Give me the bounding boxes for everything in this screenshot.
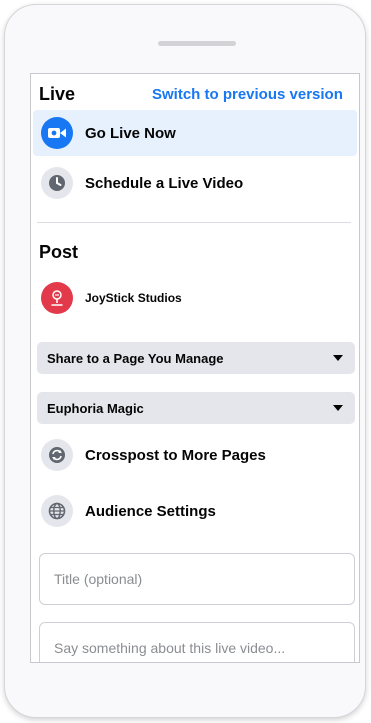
- schedule-label: Schedule a Live Video: [85, 174, 244, 192]
- phone-speaker: [158, 41, 236, 46]
- schedule-live-option[interactable]: Schedule a Live Video: [33, 160, 357, 206]
- share-destination-value: Share to a Page You Manage: [47, 350, 224, 366]
- caret-down-icon: [333, 355, 343, 361]
- go-live-now-option[interactable]: Go Live Now: [33, 110, 357, 156]
- page-select-value: Euphoria Magic: [47, 400, 144, 416]
- page-select-dropdown[interactable]: Euphoria Magic: [37, 392, 355, 424]
- live-setup-panel: Live Switch to previous version Go Live …: [30, 73, 360, 663]
- caret-down-icon: [333, 405, 343, 411]
- video-camera-icon: [41, 117, 73, 149]
- profile-row[interactable]: JoyStick Studios: [33, 275, 357, 321]
- crosspost-label: Crosspost to More Pages: [85, 446, 266, 464]
- phone-frame: Live Switch to previous version Go Live …: [4, 4, 366, 718]
- joystick-studios-logo: [41, 282, 73, 314]
- clock-icon: [41, 167, 73, 199]
- crosspost-arrows-icon: [41, 439, 73, 471]
- audience-settings-option[interactable]: Audience Settings: [33, 488, 357, 534]
- share-destination-dropdown[interactable]: Share to a Page You Manage: [37, 342, 355, 374]
- section-divider: [37, 222, 351, 223]
- audience-label: Audience Settings: [85, 502, 216, 520]
- description-input[interactable]: [39, 622, 355, 662]
- switch-version-link[interactable]: Switch to previous version: [152, 86, 343, 103]
- profile-name: JoyStick Studios: [85, 291, 182, 305]
- globe-icon: [41, 495, 73, 527]
- post-heading: Post: [39, 242, 79, 262]
- title-input[interactable]: [39, 553, 355, 605]
- crosspost-option[interactable]: Crosspost to More Pages: [33, 432, 357, 478]
- go-live-label: Go Live Now: [85, 124, 176, 142]
- live-heading: Live: [39, 84, 76, 104]
